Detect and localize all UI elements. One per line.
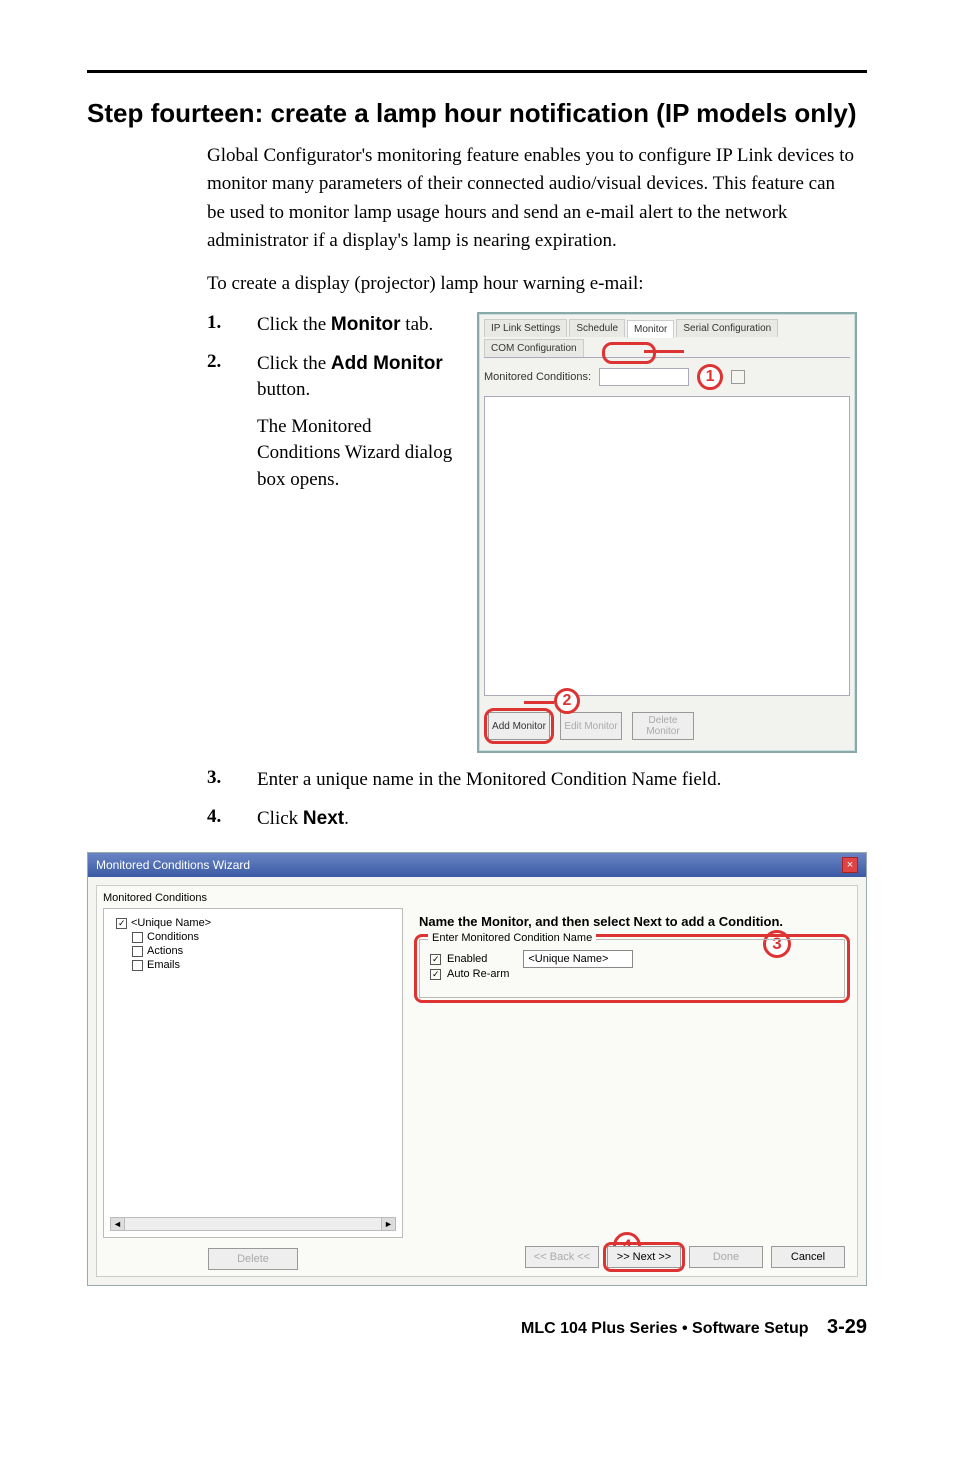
fieldset-legend: Enter Monitored Condition Name bbox=[428, 932, 596, 944]
callout-2: 2 bbox=[554, 688, 580, 714]
intro-paragraph-2: To create a display (projector) lamp hou… bbox=[87, 270, 867, 299]
checkbox-icon[interactable] bbox=[116, 918, 127, 929]
step-2-followup: The Monitored Conditions Wizard dialog b… bbox=[257, 414, 459, 494]
tab-monitor[interactable]: Monitor bbox=[627, 320, 674, 338]
close-icon[interactable]: × bbox=[842, 857, 858, 873]
step-2-number: 2. bbox=[207, 351, 257, 494]
wizard-title: Monitored Conditions Wizard bbox=[96, 858, 250, 872]
tab-schedule[interactable]: Schedule bbox=[569, 319, 625, 337]
step-1-number: 1. bbox=[207, 312, 257, 339]
checkbox-icon[interactable] bbox=[132, 932, 143, 943]
scroll-right-icon[interactable]: ► bbox=[381, 1218, 395, 1230]
monitored-conditions-list[interactable] bbox=[484, 396, 850, 696]
back-button[interactable]: << Back << bbox=[525, 1246, 599, 1268]
callout-2-box bbox=[484, 708, 554, 744]
enabled-checkbox[interactable] bbox=[430, 954, 441, 965]
callout-3-box bbox=[414, 934, 850, 1003]
footer-text: MLC 104 Plus Series • Software Setup bbox=[521, 1320, 808, 1337]
scroll-left-icon[interactable]: ◄ bbox=[111, 1218, 125, 1230]
page-number: 3-29 bbox=[827, 1316, 867, 1338]
tree-conditions[interactable]: Conditions bbox=[116, 931, 396, 943]
tree-emails[interactable]: Emails bbox=[116, 959, 396, 971]
tree-horizontal-scrollbar[interactable]: ◄ ► bbox=[110, 1217, 396, 1231]
callout-1-box bbox=[602, 342, 656, 364]
wizard-section-label: Monitored Conditions bbox=[103, 892, 851, 904]
tree-actions[interactable]: Actions bbox=[116, 945, 396, 957]
edit-monitor-button[interactable]: Edit Monitor bbox=[560, 712, 622, 740]
done-button[interactable]: Done bbox=[689, 1246, 763, 1268]
step-4-text: Click Next. bbox=[257, 806, 867, 833]
cancel-button[interactable]: Cancel bbox=[771, 1246, 845, 1268]
callout-1: 1 bbox=[697, 364, 723, 390]
checkbox-icon[interactable] bbox=[132, 946, 143, 957]
intro-paragraph-1: Global Configurator's monitoring feature… bbox=[87, 142, 867, 256]
add-monitor-label: Add Monitor bbox=[331, 353, 443, 374]
callout-4-box bbox=[603, 1242, 685, 1272]
refresh-icon[interactable] bbox=[731, 370, 745, 384]
monitor-settings-window: IP Link Settings Schedule Monitor Serial… bbox=[477, 312, 857, 753]
step-3-number: 3. bbox=[207, 767, 257, 794]
step-2-text: Click the Add Monitor button. The Monito… bbox=[257, 351, 459, 494]
tab-serial-configuration[interactable]: Serial Configuration bbox=[676, 319, 778, 337]
tab-com-configuration[interactable]: COM Configuration bbox=[484, 339, 584, 357]
top-rule bbox=[87, 70, 867, 73]
delete-monitor-button[interactable]: Delete Monitor bbox=[632, 712, 694, 740]
next-label: Next bbox=[303, 808, 344, 829]
tree-root[interactable]: <Unique Name> bbox=[116, 917, 396, 929]
auto-rearm-checkbox[interactable] bbox=[430, 969, 441, 980]
monitored-conditions-dropdown[interactable] bbox=[599, 368, 689, 386]
checkbox-icon[interactable] bbox=[132, 960, 143, 971]
tab-ip-link-settings[interactable]: IP Link Settings bbox=[484, 319, 567, 337]
step-3-text: Enter a unique name in the Monitored Con… bbox=[257, 767, 867, 794]
monitor-label: Monitor bbox=[331, 314, 401, 335]
monitored-conditions-label: Monitored Conditions: bbox=[484, 371, 591, 383]
delete-button[interactable]: Delete bbox=[208, 1248, 298, 1270]
step-1-text: Click the Monitor tab. bbox=[257, 312, 459, 339]
step-4-number: 4. bbox=[207, 806, 257, 833]
section-heading: Step fourteen: create a lamp hour notifi… bbox=[87, 97, 867, 130]
wizard-tree[interactable]: <Unique Name> Conditions Actions Emails … bbox=[103, 908, 403, 1238]
wizard-instruction: Name the Monitor, and then select Next t… bbox=[419, 914, 845, 929]
monitored-conditions-wizard: Monitored Conditions Wizard × Monitored … bbox=[87, 852, 867, 1286]
